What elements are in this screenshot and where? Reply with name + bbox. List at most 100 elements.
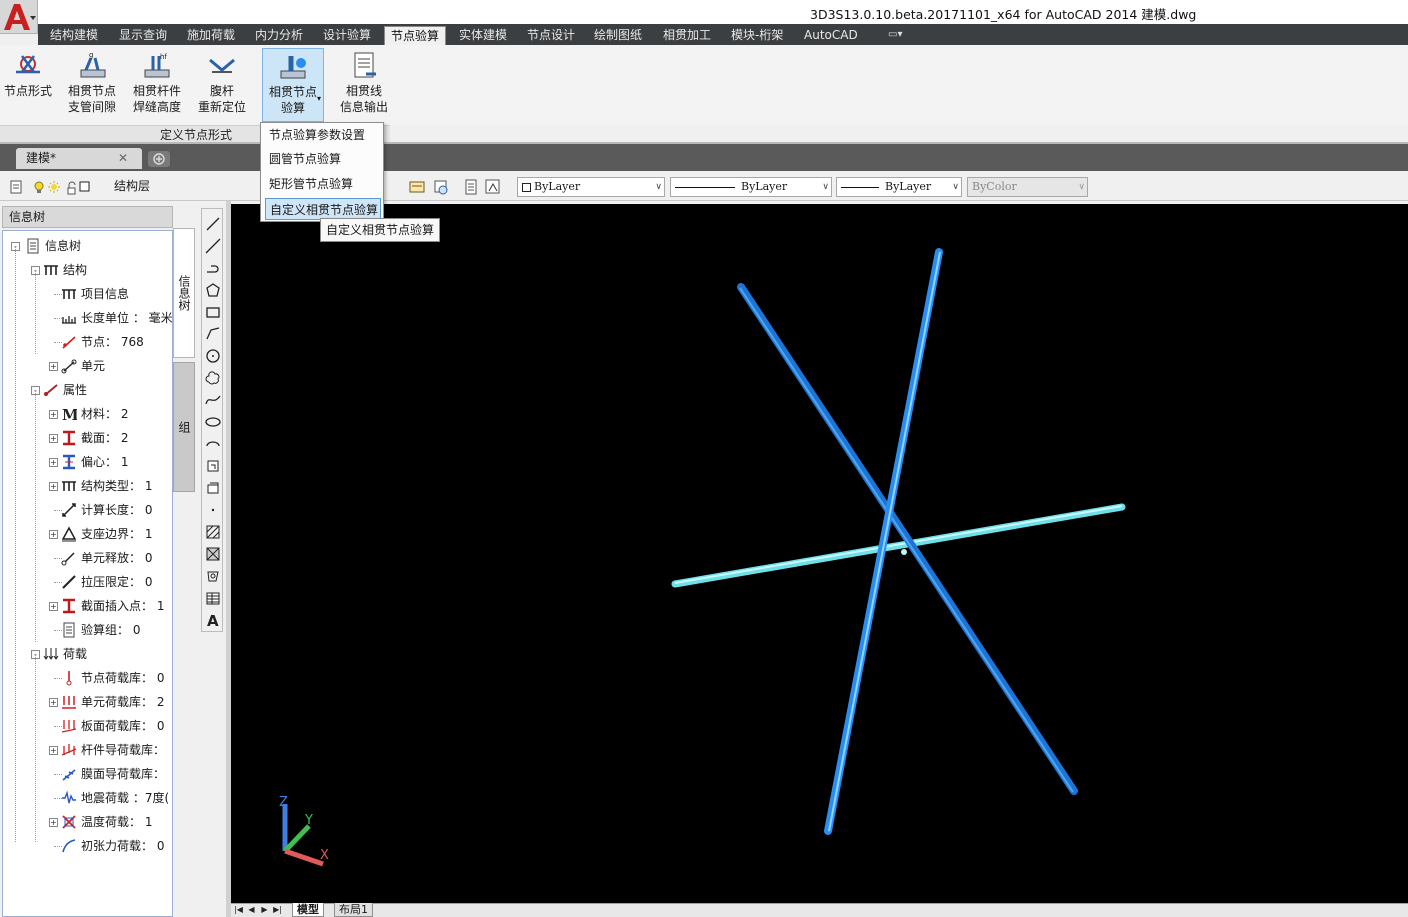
ribbon-display-toggle-icon[interactable]: ▭▾ xyxy=(888,28,912,42)
mtext-icon[interactable]: A xyxy=(205,612,221,628)
tree-node[interactable]: + 单元荷载库： 2 xyxy=(3,692,172,712)
tree-node[interactable]: 地震荷载 ：7度( xyxy=(3,788,172,808)
tree-node[interactable]: 长度单位 ： 毫米 xyxy=(3,308,172,328)
table-icon[interactable] xyxy=(205,590,221,606)
tree-node[interactable]: 项目信息 xyxy=(3,284,172,304)
ribbon-button-0[interactable]: 节点形式 xyxy=(0,48,56,122)
member-dark[interactable] xyxy=(737,283,1078,795)
info-tree[interactable]: - 信息树 - 结构 项目信息 长度单位 ： 毫米 节点： 768 + 单元 - 属性 + M 材料： 2… xyxy=(2,230,173,917)
layer-state-manager-icon[interactable] xyxy=(462,178,480,196)
polygon-icon[interactable] xyxy=(205,282,221,298)
tree-node[interactable]: + 支座边界： 1 xyxy=(3,524,172,544)
tab-5[interactable]: 节点验算 xyxy=(384,26,447,45)
last-layout-icon[interactable]: ▶| xyxy=(272,904,283,916)
layer-isolate-icon[interactable] xyxy=(484,178,502,196)
ribbon-button-1[interactable]: g 相贯节点 支管间隙 xyxy=(62,48,122,122)
circle-icon[interactable] xyxy=(205,348,221,364)
spline-icon[interactable] xyxy=(205,392,221,408)
expand-icon[interactable]: + xyxy=(49,818,58,827)
layer-match-icon[interactable] xyxy=(408,178,426,196)
menu-item-custom-joint-check[interactable]: 自定义相贯节点验算 xyxy=(265,198,381,220)
tab-3[interactable]: 内力分析 xyxy=(249,26,309,45)
tab-layout1[interactable]: 布局1 xyxy=(334,903,373,917)
expand-icon[interactable]: + xyxy=(49,458,58,467)
tree-node[interactable]: - 结构 xyxy=(3,260,172,280)
application-menu-button[interactable] xyxy=(0,0,38,34)
next-layout-icon[interactable]: ▶ xyxy=(259,904,270,916)
gradient-icon[interactable] xyxy=(205,546,221,562)
lineweight-combo[interactable]: ByLayer ∨ xyxy=(836,177,962,197)
pline-icon[interactable] xyxy=(205,260,221,276)
tab-4[interactable]: 设计验算 xyxy=(317,26,377,45)
tab-7[interactable]: 节点设计 xyxy=(521,26,581,45)
tab-model[interactable]: 模型 xyxy=(292,903,324,917)
tree-node[interactable]: 初张力荷载： 0 xyxy=(3,836,172,856)
joint-node[interactable] xyxy=(901,549,907,555)
tree-node[interactable]: 膜面导荷载库： xyxy=(3,764,172,784)
menu-item-param-settings[interactable]: 节点验算参数设置 xyxy=(265,124,381,146)
tab-0[interactable]: 结构建模 xyxy=(44,26,104,45)
hatch-icon[interactable] xyxy=(205,524,221,540)
make-block-icon[interactable] xyxy=(205,480,221,496)
layer-previous-icon[interactable] xyxy=(432,178,450,196)
expand-icon[interactable]: + xyxy=(49,410,58,419)
tree-node[interactable]: 单元释放： 0 xyxy=(3,548,172,568)
ribbon-button-3[interactable]: 腹杆 重新定位 xyxy=(192,48,252,122)
tab-9[interactable]: 相贯加工 xyxy=(657,26,717,45)
expand-icon[interactable]: + xyxy=(49,362,58,371)
model-viewport[interactable]: Z Y X xyxy=(231,204,1408,903)
expand-icon[interactable]: + xyxy=(49,434,58,443)
tab-2[interactable]: 施加荷载 xyxy=(181,26,241,45)
arc-icon[interactable] xyxy=(205,326,221,342)
tree-node[interactable]: - 属性 xyxy=(3,380,172,400)
ellipse-arc-icon[interactable] xyxy=(205,436,221,452)
expand-icon[interactable]: + xyxy=(49,482,58,491)
tree-node[interactable]: + 截面插入点： 1 xyxy=(3,596,172,616)
expand-icon[interactable]: + xyxy=(49,602,58,611)
tab-1[interactable]: 显示查询 xyxy=(113,26,173,45)
tree-node[interactable]: - 荷载 xyxy=(3,644,172,664)
tab-6[interactable]: 实体建模 xyxy=(453,26,513,45)
new-tab-button[interactable] xyxy=(148,151,170,167)
layer-combo[interactable]: 结构层 xyxy=(30,177,275,197)
tree-node[interactable]: + M 材料： 2 xyxy=(3,404,172,424)
member-light[interactable] xyxy=(671,503,1126,588)
tree-node[interactable]: 节点： 768 xyxy=(3,332,172,352)
close-icon[interactable]: ✕ xyxy=(118,148,132,169)
tree-node[interactable]: + 温度荷载： 1 xyxy=(3,812,172,832)
tree-node[interactable]: - 信息树 xyxy=(3,236,172,256)
previous-layout-icon[interactable]: ◀ xyxy=(246,904,257,916)
expand-icon[interactable]: + xyxy=(49,698,58,707)
rectangle-icon[interactable] xyxy=(205,304,221,320)
insert-block-icon[interactable] xyxy=(205,458,221,474)
side-tab-group[interactable]: 组 xyxy=(173,362,195,492)
menu-item-circular-tube-check[interactable]: 圆管节点验算 xyxy=(265,148,381,170)
ellipse-icon[interactable] xyxy=(205,414,221,430)
expand-icon[interactable]: + xyxy=(49,530,58,539)
menu-item-rect-tube-check[interactable]: 矩形管节点验算 xyxy=(265,173,381,195)
tree-node[interactable]: + 杆件导荷载库： xyxy=(3,740,172,760)
ribbon-button-4[interactable]: 相贯节点 验算 ▾ xyxy=(262,48,324,122)
tree-node[interactable]: 拉压限定： 0 xyxy=(3,572,172,592)
expand-icon[interactable]: + xyxy=(49,746,58,755)
tree-node[interactable]: + 截面： 2 xyxy=(3,428,172,448)
tree-node[interactable]: + 偏心： 1 xyxy=(3,452,172,472)
xline-icon[interactable] xyxy=(205,238,221,254)
revcloud-icon[interactable] xyxy=(205,370,221,386)
point-icon[interactable] xyxy=(205,502,221,518)
tree-node[interactable]: 板面荷载库： 0 xyxy=(3,716,172,736)
first-layout-icon[interactable]: |◀ xyxy=(233,904,244,916)
tab-8[interactable]: 绘制图纸 xyxy=(588,26,648,45)
line-icon[interactable] xyxy=(205,216,221,232)
tree-node[interactable]: 计算长度： 0 xyxy=(3,500,172,520)
layer-properties-icon[interactable] xyxy=(8,178,26,196)
tab-11[interactable]: AutoCAD xyxy=(798,26,864,45)
region-icon[interactable] xyxy=(205,568,221,584)
tree-node[interactable]: + 结构类型： 1 xyxy=(3,476,172,496)
ribbon-button-2[interactable]: hf 相贯杆件 焊缝高度 xyxy=(128,48,186,122)
side-tab-info-tree[interactable]: 信息树 xyxy=(173,228,195,358)
ribbon-button-5[interactable]: 相贯线 信息输出 xyxy=(334,48,394,122)
tree-node[interactable]: 验算组： 0 xyxy=(3,620,172,640)
color-combo[interactable]: ByLayer ∨ xyxy=(517,177,665,197)
linetype-combo[interactable]: ByLayer ∨ xyxy=(670,177,832,197)
